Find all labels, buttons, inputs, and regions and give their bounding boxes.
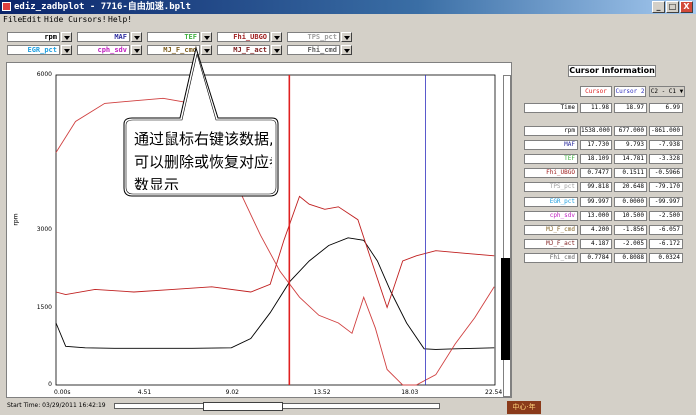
callout-line-3: 数显示 [134,176,180,190]
callout-bubble [123,46,279,197]
callout-line-1: 通过鼠标右键该数据, [134,130,272,148]
callout-line-2: 可以删除或恢复对应参 [134,153,272,171]
callout-text: 通过鼠标右键该数据, 可以删除或恢复对应参 数显示 [134,128,272,190]
